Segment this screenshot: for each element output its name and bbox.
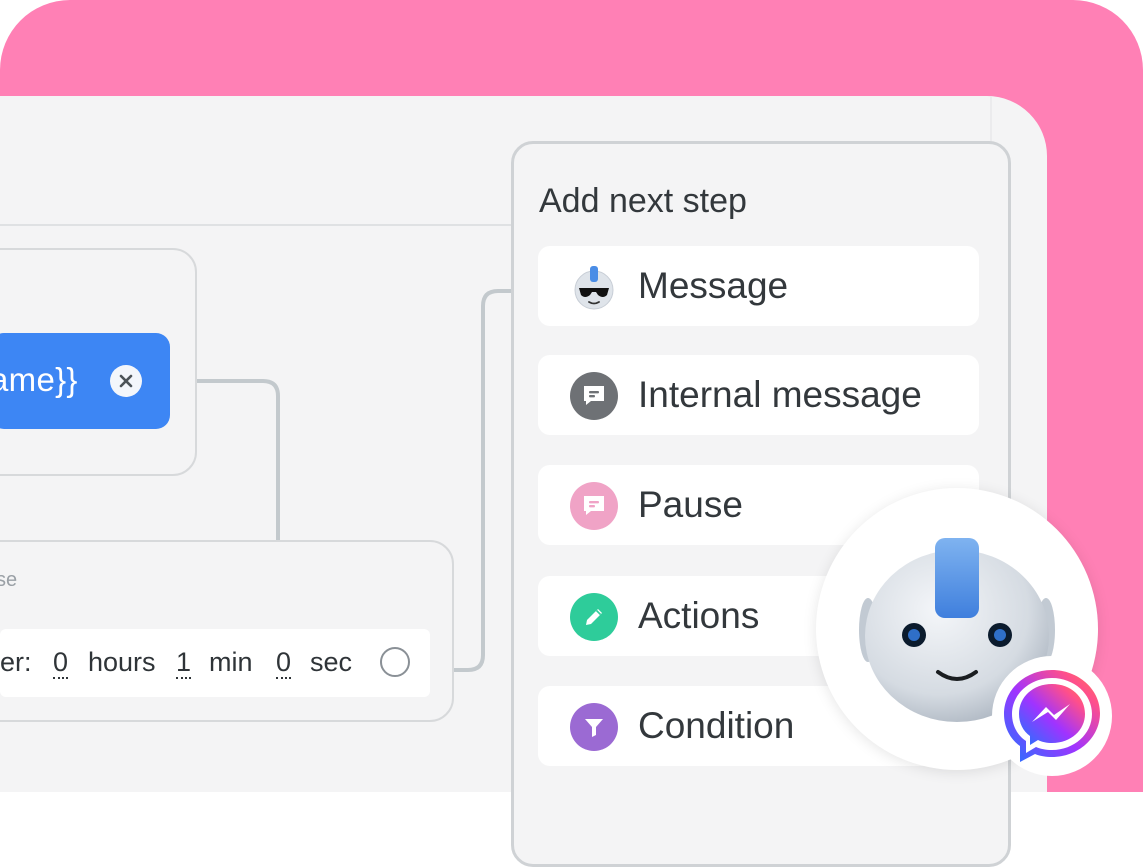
delay-sec-unit: sec	[310, 647, 353, 677]
delay-hours-unit: hours	[88, 647, 156, 677]
step-message[interactable]: Message	[538, 246, 979, 326]
messenger-icon	[1004, 670, 1100, 762]
messenger-badge	[992, 656, 1112, 776]
connector-node1-node2	[195, 379, 280, 540]
delay-prefix: er:	[0, 647, 32, 677]
step-internal-message[interactable]: Internal message	[538, 355, 979, 435]
chat-bubble-icon	[570, 482, 618, 530]
variable-pill[interactable]: ame}}	[0, 333, 170, 429]
pencil-icon	[570, 593, 618, 641]
funnel-icon	[570, 703, 618, 751]
step-pause-label: Pause	[638, 484, 743, 525]
delay-hours-input[interactable]: 0	[53, 647, 69, 679]
delay-radio[interactable]	[380, 647, 410, 677]
delay-min-input[interactable]: 1	[176, 647, 192, 679]
variable-pill-text: ame}}	[0, 361, 78, 398]
delay-setting[interactable]: er: 0 hours 1 min 0 sec	[0, 629, 430, 697]
connector-node2-panel	[452, 289, 512, 672]
delay-sec-input[interactable]: 0	[276, 647, 292, 679]
chat-bubble-icon	[570, 372, 618, 420]
step-actions-label: Actions	[638, 595, 760, 636]
delay-min-unit: min	[209, 647, 253, 677]
step-condition-label: Condition	[638, 705, 795, 746]
close-circle-icon[interactable]	[110, 365, 142, 397]
pause-node-label: se	[0, 569, 18, 591]
close-x-icon	[119, 374, 133, 388]
step-internal-message-label: Internal message	[638, 374, 922, 415]
robot-sunglasses-icon	[570, 263, 618, 311]
panel-title: Add next step	[539, 182, 747, 220]
step-message-label: Message	[638, 265, 789, 306]
